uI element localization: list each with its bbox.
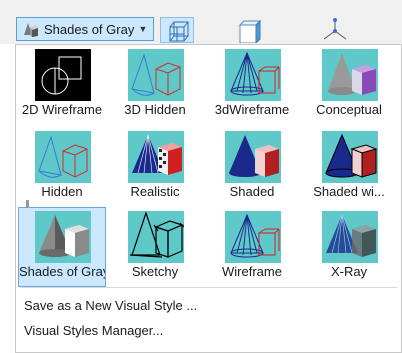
style-label: Sketchy xyxy=(131,264,179,279)
style-label: Wireframe xyxy=(222,264,282,279)
shaded-thumbnail xyxy=(225,131,281,183)
wireframe-cube-button[interactable] xyxy=(160,17,194,43)
style-tile-3d-hidden[interactable]: 3D Hidden xyxy=(111,45,199,125)
style-tile-conceptual[interactable]: Conceptual xyxy=(305,45,393,125)
ucs-icon xyxy=(323,18,347,40)
shaded-with-edges-thumbnail xyxy=(322,131,378,183)
solid-cube-button[interactable] xyxy=(232,17,266,45)
conceptual-thumbnail xyxy=(322,49,378,101)
style-tile-sketchy[interactable]: Sketchy xyxy=(111,207,199,287)
sketchy-thumbnail xyxy=(128,211,184,263)
style-label: Shaded xyxy=(229,184,275,199)
shades-of-gray-thumbnail xyxy=(35,211,91,263)
x-ray-thumbnail xyxy=(322,211,378,263)
style-label: 3D Hidden xyxy=(124,102,186,117)
visual-style-dropdown[interactable]: Shades of Gray ▼ xyxy=(16,17,154,41)
style-tile-2d-wireframe[interactable]: 2D Wireframe xyxy=(18,45,106,125)
style-label: Conceptual xyxy=(316,102,382,117)
realistic-thumbnail xyxy=(128,131,184,183)
3d-hidden-thumbnail xyxy=(128,49,184,101)
save-as-new-visual-style-menu-item[interactable]: Save as a New Visual Style ... xyxy=(24,298,197,313)
style-tile-realistic[interactable]: Realistic xyxy=(111,127,199,207)
style-tile-3d-wireframe[interactable]: 3dWireframe xyxy=(208,45,296,125)
style-tile-shaded[interactable]: Shaded xyxy=(208,127,296,207)
style-label: Realistic xyxy=(130,184,180,199)
style-label: Hidden xyxy=(41,184,83,199)
ucs-button[interactable] xyxy=(318,17,352,43)
visual-style-icon xyxy=(24,23,38,37)
2d-wireframe-thumbnail xyxy=(35,49,91,101)
style-label: Shaded wi... xyxy=(313,184,385,199)
wireframe-cube-icon xyxy=(169,21,189,42)
wireframe-thumbnail xyxy=(225,211,281,263)
style-label: 3dWireframe xyxy=(214,102,290,117)
style-label: Shades of Gray xyxy=(19,264,105,279)
menu-separator xyxy=(20,287,397,288)
style-tile-x-ray[interactable]: X-Ray xyxy=(305,207,393,287)
style-tile-wireframe[interactable]: Wireframe xyxy=(208,207,296,287)
hidden-thumbnail xyxy=(35,131,91,183)
3d-wireframe-thumbnail xyxy=(225,49,281,101)
visual-styles-manager-menu-item[interactable]: Visual Styles Manager... xyxy=(24,323,163,338)
visual-styles-gallery: 2D Wireframe 3D Hidden 3dWireframe Conce… xyxy=(15,44,402,353)
current-style-label: Shades of Gray xyxy=(44,21,135,37)
chevron-down-icon: ▼ xyxy=(138,24,148,34)
style-tile-shaded-with-edges[interactable]: Shaded wi... xyxy=(305,127,393,207)
style-label: X-Ray xyxy=(330,264,368,279)
visual-styles-toolbar: Shades of Gray ▼ xyxy=(0,0,402,45)
style-tile-shades-of-gray[interactable]: Shades of Gray xyxy=(18,207,106,287)
solid-cube-icon xyxy=(238,19,262,45)
style-tile-hidden[interactable]: Hidden xyxy=(18,127,106,207)
style-label: 2D Wireframe xyxy=(21,102,103,117)
